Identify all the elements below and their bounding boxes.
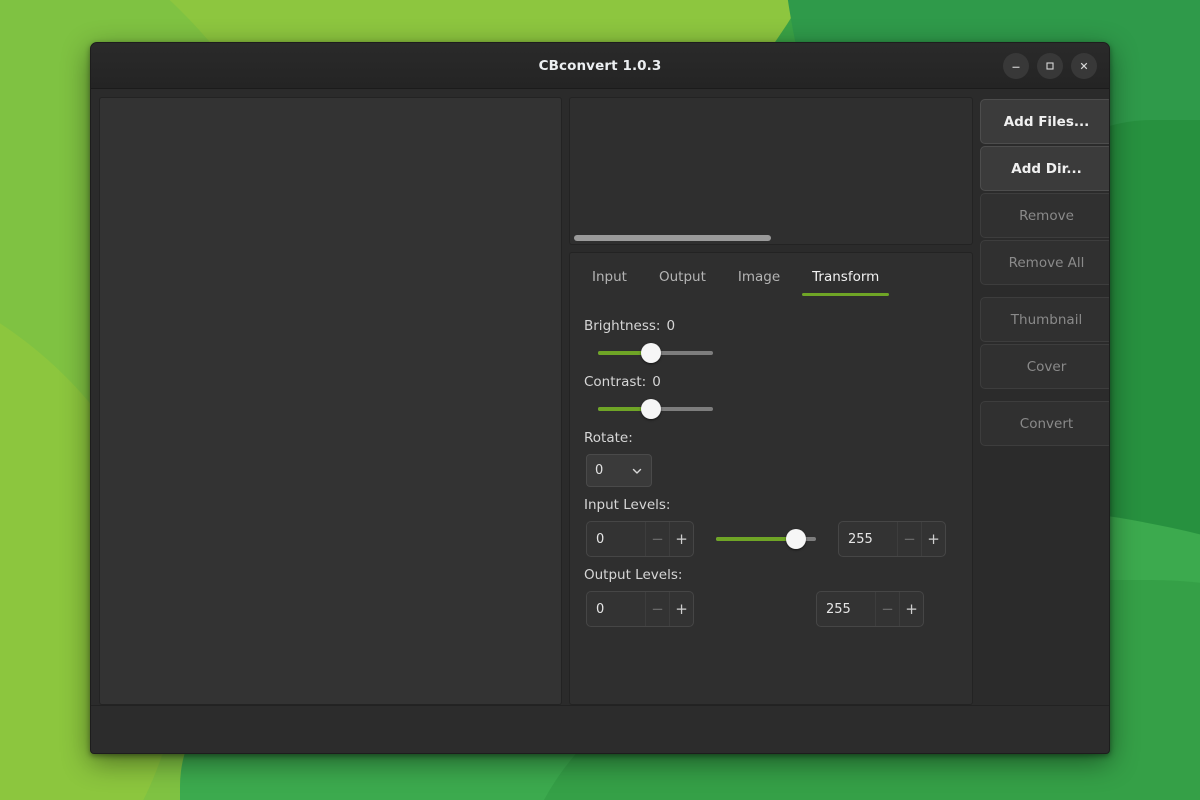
output-levels-min-spinbox[interactable]: 0 − + (586, 591, 694, 627)
input-levels-max-spinbox[interactable]: 255 − + (838, 521, 946, 557)
output-levels-min-decrement-button[interactable]: − (645, 592, 669, 626)
tab-input-label: Input (592, 269, 627, 285)
rotate-dropdown[interactable]: 0 (586, 454, 652, 487)
contrast-slider-row (584, 398, 958, 420)
input-levels-row: 0 − + 255 (584, 521, 958, 557)
close-icon (1078, 60, 1090, 72)
input-levels-min-spinbox[interactable]: 0 − + (586, 521, 694, 557)
input-levels-max-decrement-button[interactable]: − (897, 522, 921, 556)
tab-input[interactable]: Input (576, 253, 643, 300)
remove-all-button[interactable]: Remove All (980, 240, 1110, 285)
brightness-slider-handle[interactable] (641, 343, 661, 363)
minimize-button[interactable] (1003, 53, 1029, 79)
input-levels-min-decrement-button[interactable]: − (645, 522, 669, 556)
preview-scrollbar-thumb[interactable] (574, 235, 771, 241)
action-group-divider-1 (980, 285, 1110, 297)
output-levels-row: 0 − + 255 − + (584, 591, 958, 627)
action-group-convert: Convert (980, 401, 1110, 446)
close-button[interactable] (1071, 53, 1097, 79)
input-levels-slider[interactable] (716, 528, 816, 550)
preview-pane[interactable] (569, 97, 973, 245)
input-levels-min-increment-button[interactable]: + (669, 522, 693, 556)
rotate-label: Rotate: (584, 430, 958, 446)
chevron-down-icon (631, 465, 643, 477)
rotate-dropdown-value: 0 (595, 463, 603, 478)
remove-button[interactable]: Remove (980, 193, 1110, 238)
convert-button[interactable]: Convert (980, 401, 1110, 446)
window-title: CBconvert 1.0.3 (539, 58, 662, 74)
status-bar (91, 705, 1109, 753)
input-levels-slider-handle[interactable] (786, 529, 806, 549)
contrast-label-text: Contrast: (584, 374, 646, 390)
maximize-icon (1044, 60, 1056, 72)
brightness-label: Brightness: 0 (584, 318, 958, 334)
tab-image[interactable]: Image (722, 253, 796, 300)
tab-transform[interactable]: Transform (796, 253, 895, 300)
output-levels-min-value[interactable]: 0 (587, 592, 645, 626)
tab-transform-label: Transform (812, 269, 879, 285)
action-panel: Add Files... Add Dir... Remove Remove Al… (980, 97, 1110, 705)
input-levels-max-value[interactable]: 255 (839, 522, 897, 556)
tab-bar: Input Output Image Transform (570, 253, 972, 300)
window-controls (1003, 43, 1097, 88)
input-levels-label: Input Levels: (584, 497, 958, 513)
minimize-icon (1010, 60, 1022, 72)
action-group-divider-2 (980, 389, 1110, 401)
output-levels-max-decrement-button[interactable]: − (875, 592, 899, 626)
window-body: Input Output Image Transform (91, 89, 1109, 705)
input-levels-slider-fill (716, 537, 796, 541)
cover-button[interactable]: Cover (980, 344, 1110, 389)
middle-column: Input Output Image Transform (569, 97, 973, 705)
input-levels-max-increment-button[interactable]: + (921, 522, 945, 556)
file-list-panel[interactable] (99, 97, 562, 705)
settings-panel: Input Output Image Transform (569, 252, 973, 705)
add-dir-button[interactable]: Add Dir... (980, 146, 1110, 191)
add-files-button[interactable]: Add Files... (980, 99, 1110, 144)
contrast-label: Contrast: 0 (584, 374, 958, 390)
brightness-slider-row (584, 342, 958, 364)
action-group-files: Add Files... Add Dir... Remove Remove Al… (980, 99, 1110, 285)
contrast-value: 0 (652, 374, 661, 390)
output-levels-max-spinbox[interactable]: 255 − + (816, 591, 924, 627)
brightness-slider[interactable] (598, 342, 713, 364)
output-levels-max-increment-button[interactable]: + (899, 592, 923, 626)
desktop-background: CBconvert 1.0.3 (0, 0, 1200, 800)
contrast-slider[interactable] (598, 398, 713, 420)
input-levels-min-value[interactable]: 0 (587, 522, 645, 556)
thumbnail-button[interactable]: Thumbnail (980, 297, 1110, 342)
brightness-value: 0 (666, 318, 675, 334)
tab-output-label: Output (659, 269, 706, 285)
output-levels-max-value[interactable]: 255 (817, 592, 875, 626)
tab-output[interactable]: Output (643, 253, 722, 300)
tab-image-label: Image (738, 269, 780, 285)
maximize-button[interactable] (1037, 53, 1063, 79)
preview-horizontal-scrollbar[interactable] (574, 235, 968, 241)
application-window: CBconvert 1.0.3 (90, 42, 1110, 754)
output-levels-label: Output Levels: (584, 567, 958, 583)
title-bar[interactable]: CBconvert 1.0.3 (91, 43, 1109, 89)
brightness-label-text: Brightness: (584, 318, 660, 334)
transform-tab-content: Brightness: 0 Contrast: 0 (570, 300, 972, 704)
action-group-preview: Thumbnail Cover (980, 297, 1110, 389)
contrast-slider-handle[interactable] (641, 399, 661, 419)
output-levels-min-increment-button[interactable]: + (669, 592, 693, 626)
